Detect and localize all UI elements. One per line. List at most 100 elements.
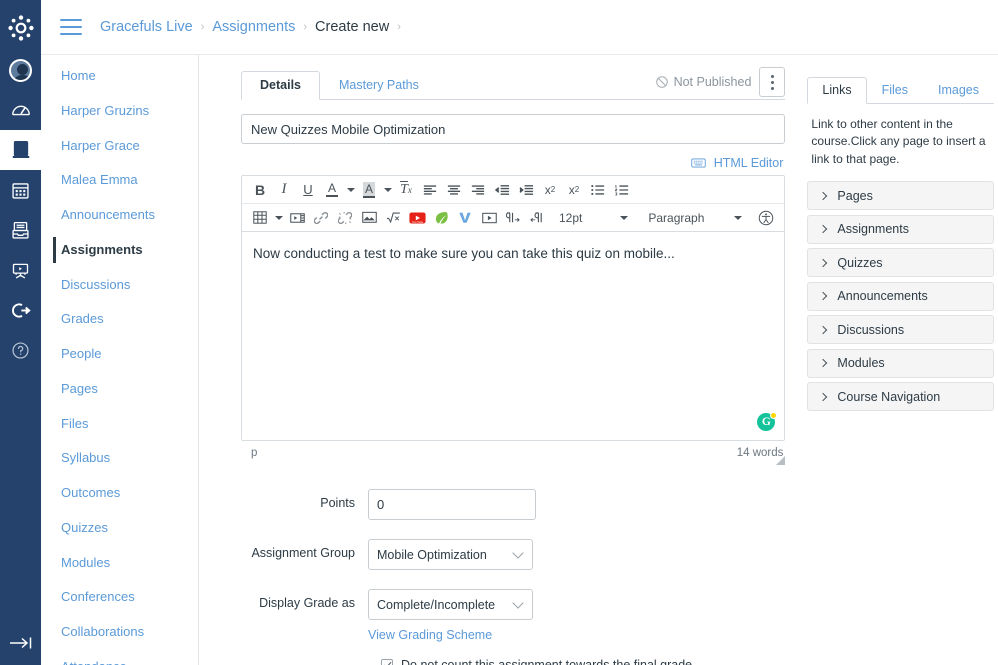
menu-hamburger-icon[interactable] bbox=[60, 19, 82, 35]
bulleted-list-button[interactable] bbox=[586, 178, 610, 202]
font-size-select[interactable]: 12pt bbox=[555, 206, 632, 230]
sidebar-item-home[interactable]: Home bbox=[41, 62, 198, 90]
accordion-item-announcements[interactable]: Announcements bbox=[807, 281, 994, 311]
tab-mastery-paths[interactable]: Mastery Paths bbox=[320, 71, 438, 100]
studio-icon[interactable] bbox=[0, 250, 41, 290]
canvas-logo-icon[interactable] bbox=[0, 6, 41, 50]
tab-files[interactable]: Files bbox=[867, 77, 923, 104]
tab-images[interactable]: Images bbox=[923, 77, 994, 104]
subscript-button[interactable]: x2 bbox=[562, 178, 586, 202]
sidebar-item-conferences[interactable]: Conferences bbox=[41, 583, 198, 611]
dashboard-icon[interactable] bbox=[0, 90, 41, 130]
sidebar-item-courses[interactable] bbox=[0, 130, 41, 170]
sidebar-item-outcomes[interactable]: Outcomes bbox=[41, 479, 198, 507]
accessibility-checker-button[interactable] bbox=[754, 206, 778, 230]
math-equation-button[interactable] bbox=[381, 206, 405, 230]
highlight-color-caret[interactable] bbox=[381, 178, 394, 202]
highlight-color-button[interactable]: A bbox=[357, 178, 381, 202]
sidebar-item-attendance[interactable]: Attendance bbox=[41, 653, 198, 665]
omit-from-final-grade-checkbox[interactable] bbox=[381, 659, 393, 665]
sidebar-item-announcements[interactable]: Announcements bbox=[41, 201, 198, 229]
italic-button[interactable]: I bbox=[272, 178, 296, 202]
indent-icon bbox=[518, 184, 533, 195]
tab-links[interactable]: Links bbox=[807, 77, 867, 104]
display-grade-as-select[interactable]: Complete/Incomplete bbox=[368, 589, 533, 620]
unlink-button[interactable] bbox=[333, 206, 357, 230]
grammarly-icon[interactable]: G bbox=[757, 412, 778, 432]
accordion-item-discussions[interactable]: Discussions bbox=[807, 315, 994, 345]
block-format-select[interactable]: Paragraph bbox=[644, 206, 746, 230]
assignment-group-select[interactable]: Mobile Optimization bbox=[368, 539, 533, 570]
view-grading-scheme-link[interactable]: View Grading Scheme bbox=[368, 628, 492, 642]
underline-button[interactable]: U bbox=[296, 178, 320, 202]
assignment-group-value: Mobile Optimization bbox=[377, 547, 487, 562]
outdent-button[interactable] bbox=[490, 178, 514, 202]
html-editor-link[interactable]: HTML Editor bbox=[714, 156, 784, 170]
sidebar-item-malea-emma[interactable]: Malea Emma bbox=[41, 166, 198, 194]
leaf-plugin-button[interactable] bbox=[429, 206, 453, 230]
accordion-item-pages[interactable]: Pages bbox=[807, 181, 994, 211]
embed-video-button[interactable] bbox=[477, 206, 501, 230]
align-right-button[interactable] bbox=[466, 178, 490, 202]
sidebar-item-assignments[interactable]: Assignments bbox=[41, 236, 198, 264]
help-icon[interactable] bbox=[0, 330, 41, 370]
ltr-direction-button[interactable] bbox=[501, 206, 525, 230]
editor-resize-handle[interactable] bbox=[776, 456, 786, 465]
align-left-button[interactable] bbox=[418, 178, 442, 202]
content-insert-panel: Links Files Images Link to other content… bbox=[807, 69, 994, 665]
sidebar-item-pages[interactable]: Pages bbox=[41, 375, 198, 403]
media-button[interactable] bbox=[285, 206, 309, 230]
align-center-button[interactable] bbox=[442, 178, 466, 202]
numbered-list-button[interactable] bbox=[610, 178, 634, 202]
dashboard-gauge-svg bbox=[11, 105, 30, 116]
points-input[interactable] bbox=[368, 489, 536, 520]
breadcrumb-item-gracefuls-live[interactable]: Gracefuls Live bbox=[100, 19, 193, 35]
link-button[interactable] bbox=[309, 206, 333, 230]
sidebar-item-quizzes[interactable]: Quizzes bbox=[41, 514, 198, 542]
indent-button[interactable] bbox=[514, 178, 538, 202]
more-options-button[interactable] bbox=[759, 67, 786, 97]
accordion-item-label: Course Navigation bbox=[837, 389, 941, 404]
accordion-item-quizzes[interactable]: Quizzes bbox=[807, 248, 994, 278]
sidebar-item-grades[interactable]: Grades bbox=[41, 305, 198, 333]
avatar bbox=[9, 58, 32, 82]
superscript-button[interactable]: x2 bbox=[538, 178, 562, 202]
keyboard-icon[interactable] bbox=[691, 157, 706, 169]
tab-details[interactable]: Details bbox=[241, 71, 320, 100]
logout-svg bbox=[12, 302, 31, 318]
sidebar-item-syllabus[interactable]: Syllabus bbox=[41, 444, 198, 472]
assignment-name-input[interactable] bbox=[241, 114, 786, 144]
sidebar-item-harper-gruzins[interactable]: Harper Gruzins bbox=[41, 97, 198, 125]
logout-icon[interactable] bbox=[0, 290, 41, 330]
youtube-button[interactable]: You Tube bbox=[405, 206, 429, 230]
course-navigation: Home Harper Gruzins Harper Grace Malea Emma… bbox=[41, 0, 199, 665]
table-button[interactable] bbox=[248, 206, 272, 230]
accordion-item-course-navigation[interactable]: Course Navigation bbox=[807, 382, 994, 412]
bold-button[interactable]: B bbox=[248, 178, 272, 202]
vimeo-plugin-button[interactable] bbox=[453, 206, 477, 230]
collapse-global-nav-button[interactable] bbox=[0, 635, 41, 651]
sidebar-item-harper-grace[interactable]: Harper Grace bbox=[41, 132, 198, 160]
sidebar-item-collaborations[interactable]: Collaborations bbox=[41, 618, 198, 646]
calendar-icon[interactable] bbox=[0, 170, 41, 210]
text-color-button[interactable]: A bbox=[320, 178, 344, 202]
table-caret[interactable] bbox=[272, 206, 285, 230]
assignment-group-row: Assignment Group Mobile Optimization bbox=[241, 539, 785, 570]
sidebar-item-discussions[interactable]: Discussions bbox=[41, 271, 198, 299]
accordion-item-modules[interactable]: Modules bbox=[807, 348, 994, 378]
sidebar-item-files[interactable]: Files bbox=[41, 410, 198, 438]
clear-formatting-button[interactable]: Tx bbox=[394, 178, 418, 202]
account-avatar-icon[interactable] bbox=[0, 50, 41, 90]
inbox-icon[interactable] bbox=[0, 210, 41, 250]
breadcrumb-item-create-new[interactable]: Create new bbox=[315, 19, 389, 35]
sidebar-item-modules[interactable]: Modules bbox=[41, 549, 198, 577]
main-content: Gracefuls Live › Assignments › Create new › D… bbox=[41, 0, 998, 665]
rte-content-area[interactable]: Now conducting a test to make sure you c… bbox=[242, 232, 785, 440]
accordion-item-assignments[interactable]: Assignments bbox=[807, 214, 994, 244]
sidebar-item-people[interactable]: People bbox=[41, 340, 198, 368]
play-box-icon bbox=[481, 212, 497, 223]
breadcrumb-item-assignments[interactable]: Assignments bbox=[212, 19, 295, 35]
text-color-caret[interactable] bbox=[344, 178, 357, 202]
rtl-direction-button[interactable] bbox=[525, 206, 549, 230]
image-button[interactable] bbox=[357, 206, 381, 230]
